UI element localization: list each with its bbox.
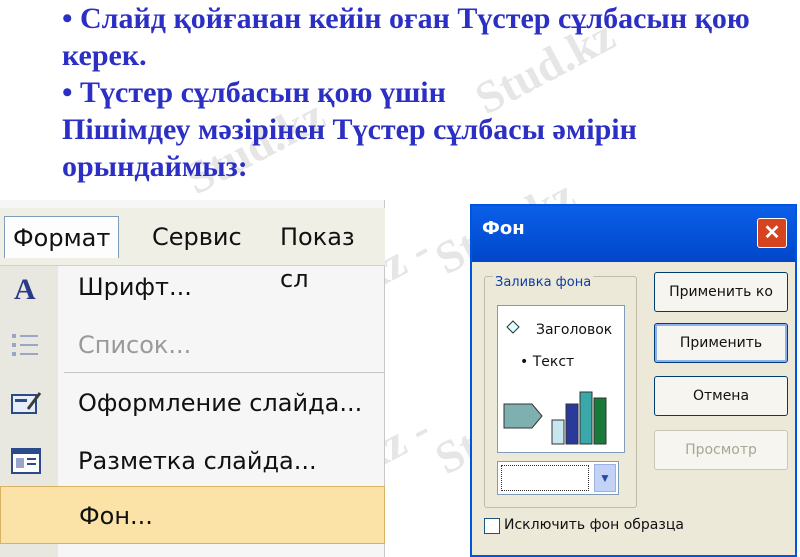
group-label: Заливка фона: [493, 275, 594, 290]
menu-item-background[interactable]: Фон...: [0, 486, 385, 544]
close-button[interactable]: ✕: [757, 218, 787, 248]
dialog-title: Фон: [482, 218, 525, 239]
apply-button[interactable]: Применить: [654, 323, 788, 363]
checkbox-label: Исключить фон образца: [504, 517, 684, 533]
chevron-down-icon[interactable]: ▼: [594, 464, 616, 492]
menu-item-label: Разметка слайда...: [78, 447, 317, 475]
slide-text: • Слайд қойғанан кейін оған Түстер сұлба…: [62, 0, 792, 185]
menu-item-slide-design[interactable]: Оформление слайда...: [0, 374, 385, 432]
preview-text: • Текст: [520, 354, 575, 370]
menu-item-label: Фон...: [79, 502, 153, 530]
background-preview: Заголовок • Текст: [497, 305, 625, 453]
preview-chart-icon: [503, 391, 607, 445]
menu-separator: [64, 372, 385, 373]
format-menu-screenshot: Формат Сервис Показ сл A Шрифт... Список…: [0, 200, 385, 557]
bullet-1: • Слайд қойғанан кейін оған Түстер сұлба…: [62, 2, 750, 72]
dropdown-value: [501, 465, 589, 491]
menu-format[interactable]: Формат: [4, 216, 120, 258]
menu-item-label: Список...: [78, 331, 192, 359]
menu-item-slide-layout[interactable]: Разметка слайда...: [0, 432, 385, 490]
bullet-2: • Түстер сұлбасын қою үшін: [62, 76, 446, 109]
diamond-bullet-icon: [506, 320, 520, 334]
menu-slideshow[interactable]: Показ сл: [280, 216, 385, 293]
list-bullets-icon: [10, 329, 42, 361]
menu-item-font[interactable]: A Шрифт...: [0, 258, 385, 316]
background-fill-group: Заливка фона Заголовок • Текст ▼: [484, 275, 637, 508]
font-A-icon: A: [10, 271, 42, 306]
menu-item-list: Список...: [0, 316, 385, 374]
close-icon: ✕: [763, 222, 781, 244]
menu-item-label: Оформление слайда...: [78, 389, 363, 417]
slide-layout-icon: [10, 445, 42, 477]
cancel-button[interactable]: Отмена: [654, 376, 788, 416]
menu-item-label: Шрифт...: [78, 273, 192, 301]
apply-all-button[interactable]: Применить ко всем: [654, 272, 788, 338]
dialog-titlebar[interactable]: Фон ✕: [472, 206, 795, 262]
instruction-line: Пішімдеу мәзірінен Түстер сұлбасы әмірін…: [62, 113, 637, 183]
omit-background-checkbox[interactable]: [484, 518, 500, 534]
preview-button: Просмотр: [654, 430, 788, 470]
fill-color-dropdown[interactable]: ▼: [497, 461, 619, 495]
background-dialog: Фон ✕ Заливка фона Заголовок • Текст ▼ П: [470, 204, 797, 557]
preview-title: Заголовок: [536, 322, 613, 338]
svg-text:A: A: [14, 273, 36, 303]
slide-design-icon: [10, 387, 42, 419]
menu-service[interactable]: Сервис: [152, 216, 242, 258]
